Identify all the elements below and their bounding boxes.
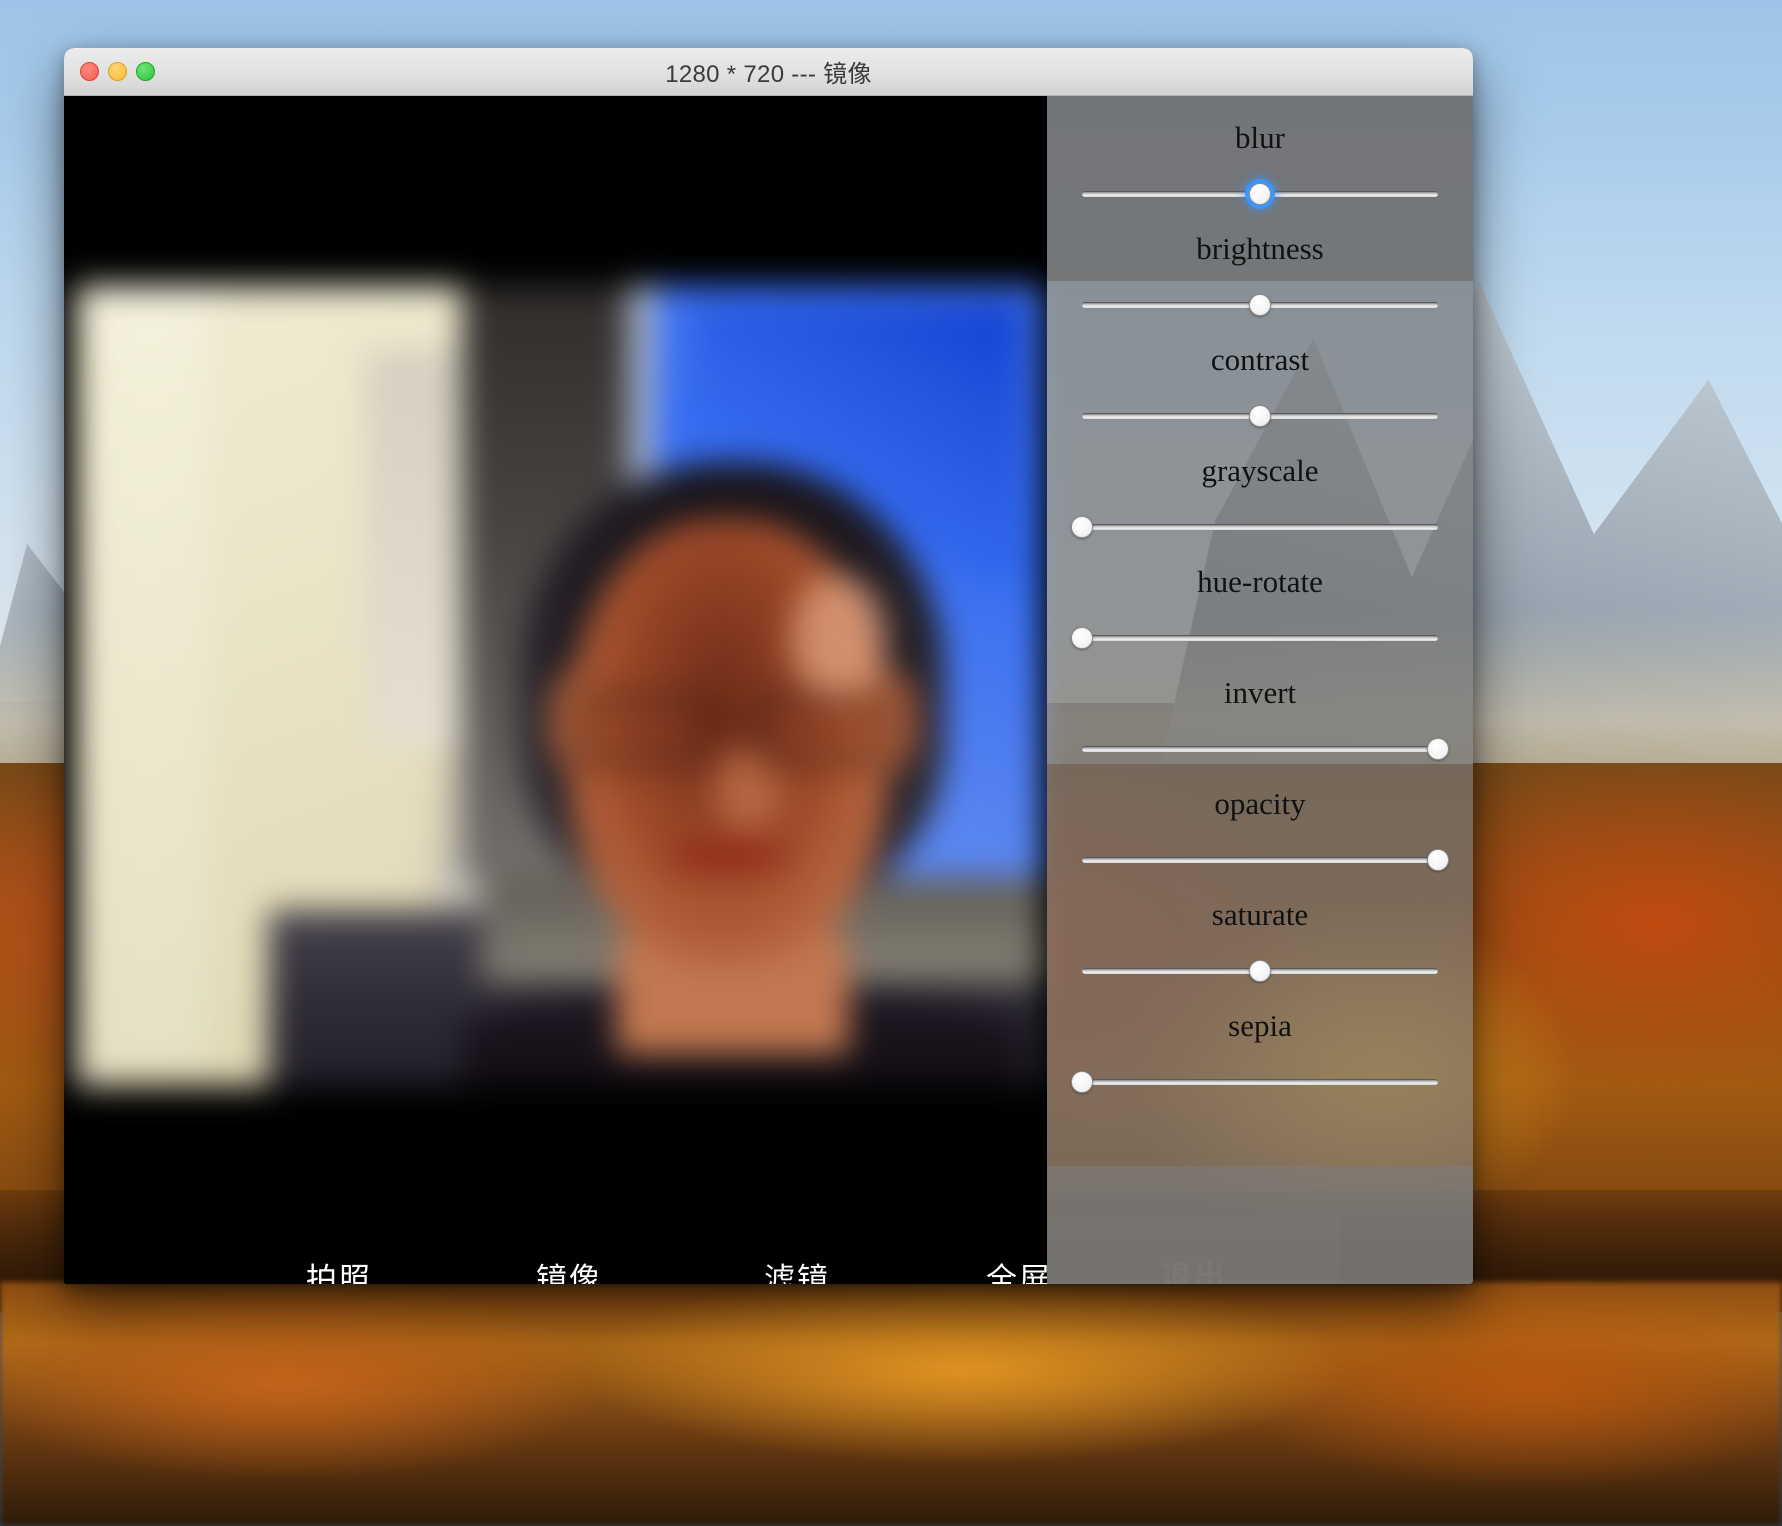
filter-slider-blur[interactable] xyxy=(1082,183,1438,205)
window-body: 拍照 镜像 滤镜 全屏 退出 blurbrightnesscontrastgra… xyxy=(64,96,1473,1284)
filter-label-invert: invert xyxy=(1223,675,1297,710)
slider-track-invert[interactable] xyxy=(1082,746,1438,752)
filter-label-sepia: sepia xyxy=(1228,1008,1292,1043)
filter-label-saturate: saturate xyxy=(1211,897,1309,932)
glasses-lens-left xyxy=(573,694,709,766)
close-window-button[interactable] xyxy=(80,62,99,81)
slider-track-opacity[interactable] xyxy=(1082,857,1438,863)
filter-slider-grayscale[interactable] xyxy=(1071,516,1438,538)
filter-label-blur: blur xyxy=(1235,120,1285,155)
slider-thumb-grayscale[interactable] xyxy=(1071,516,1093,538)
filter-slider-sepia[interactable] xyxy=(1071,1071,1438,1093)
slider-thumb-blur[interactable] xyxy=(1249,183,1271,205)
traffic-light-group xyxy=(80,62,155,81)
glasses-bridge xyxy=(700,720,765,725)
filter-slider-brightness[interactable] xyxy=(1082,294,1438,316)
filter-row-saturate: saturate xyxy=(1047,873,1473,984)
video-subject-mouth xyxy=(665,846,791,867)
filter-row-hue-rotate: hue-rotate xyxy=(1047,540,1473,651)
slider-thumb-contrast[interactable] xyxy=(1249,405,1271,427)
app-window: 1280 * 720 --- 镜像 拍照 镜像 滤镜 全屏 blur brigh… xyxy=(64,48,1473,1284)
mirror-toggle-button[interactable]: 镜像 xyxy=(504,1254,634,1284)
filter-slider-list: blur brightness contrast grayscale hue-rotat… xyxy=(1047,96,1473,1095)
video-dark-panel-2 xyxy=(85,286,212,1070)
slider-thumb-invert[interactable] xyxy=(1427,738,1449,760)
filter-slider-contrast[interactable] xyxy=(1082,405,1438,427)
video-face-shadow xyxy=(790,574,888,702)
filter-slider-saturate[interactable] xyxy=(1082,960,1438,982)
video-shelf-dark xyxy=(365,350,463,750)
maximize-window-button[interactable] xyxy=(136,62,155,81)
filter-label-brightness: brightness xyxy=(1196,231,1324,266)
filter-slider-invert[interactable] xyxy=(1082,738,1449,760)
filter-label-hue-rotate: hue-rotate xyxy=(1197,564,1323,599)
filter-row-opacity: opacity xyxy=(1047,762,1473,873)
slider-thumb-sepia[interactable] xyxy=(1071,1071,1093,1093)
filter-settings-panel: blur brightness contrast grayscale hue-rotat… xyxy=(1047,96,1473,1284)
filter-label-opacity: opacity xyxy=(1214,786,1306,821)
glasses-lens-right xyxy=(756,694,893,766)
capture-photo-button[interactable]: 拍照 xyxy=(274,1254,404,1284)
filter-row-blur: blur xyxy=(1047,96,1473,207)
slider-thumb-hue-rotate[interactable] xyxy=(1071,627,1093,649)
slider-track-hue-rotate[interactable] xyxy=(1082,635,1438,641)
slider-thumb-opacity[interactable] xyxy=(1427,849,1449,871)
filter-row-brightness: brightness xyxy=(1047,207,1473,318)
slider-thumb-brightness[interactable] xyxy=(1249,294,1271,316)
slider-track-grayscale[interactable] xyxy=(1082,524,1438,530)
filter-toggle-button[interactable]: 滤镜 xyxy=(732,1254,862,1284)
slider-thumb-saturate[interactable] xyxy=(1249,960,1271,982)
window-title: 1280 * 720 --- 镜像 xyxy=(665,61,872,88)
filter-row-grayscale: grayscale xyxy=(1047,429,1473,540)
filter-label-grayscale: grayscale xyxy=(1201,453,1319,488)
slider-track-sepia[interactable] xyxy=(1082,1079,1438,1085)
filter-row-sepia: sepia xyxy=(1047,984,1473,1095)
filter-slider-hue-rotate[interactable] xyxy=(1071,627,1438,649)
filter-row-invert: invert xyxy=(1047,651,1473,762)
window-titlebar: 1280 * 720 --- 镜像 xyxy=(64,48,1473,96)
minimize-window-button[interactable] xyxy=(108,62,127,81)
video-subject-glasses xyxy=(573,694,893,766)
filter-slider-opacity[interactable] xyxy=(1082,849,1449,871)
filter-label-contrast: contrast xyxy=(1210,342,1310,377)
webcam-video xyxy=(76,286,1042,1086)
panel-bottom-wash xyxy=(1047,1166,1473,1284)
filter-row-contrast: contrast xyxy=(1047,318,1473,429)
wallpaper-lake xyxy=(0,1281,1782,1526)
